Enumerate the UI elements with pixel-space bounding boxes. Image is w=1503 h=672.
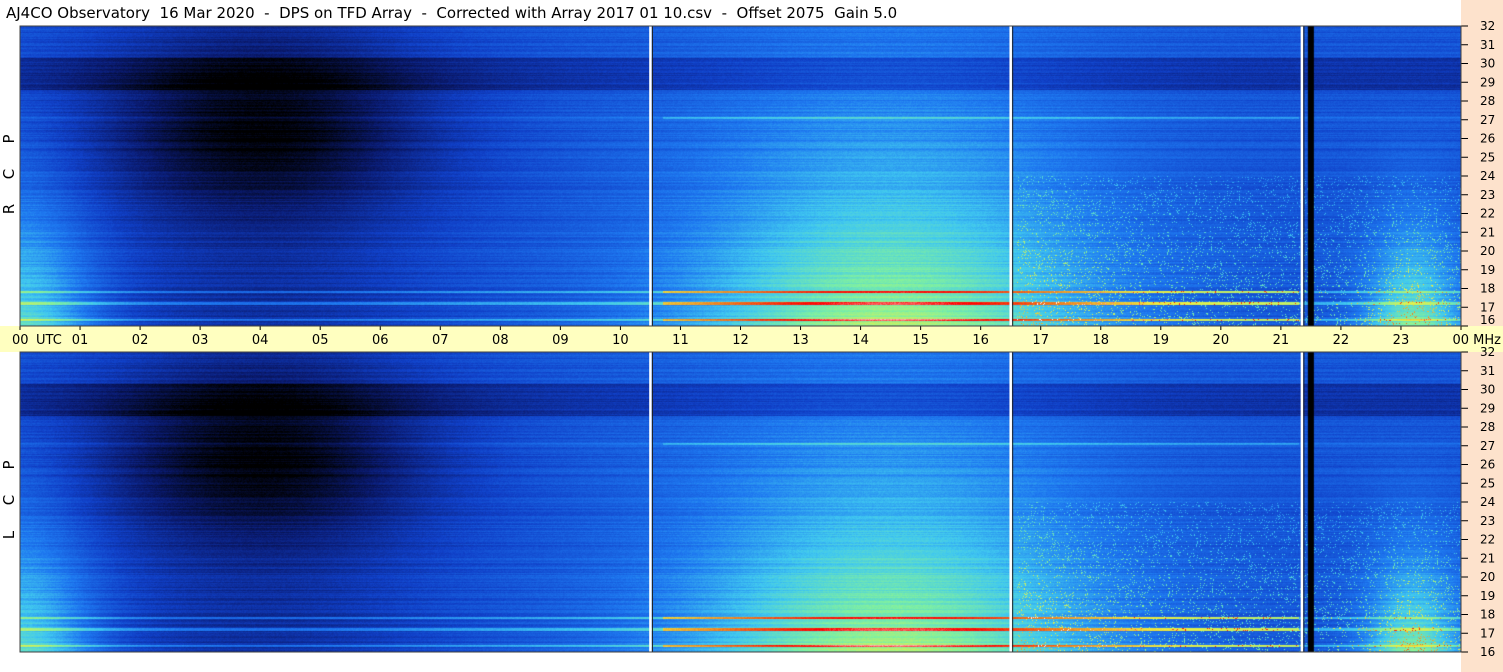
time-tick-label: 02 [132, 333, 149, 348]
freq-tick-label: 20 [1480, 244, 1495, 258]
time-tick-label: 00 [12, 333, 29, 348]
freq-tick-label: 20 [1480, 570, 1495, 584]
freq-tick-label: 27 [1480, 439, 1495, 453]
time-tick-label: 20 [1213, 333, 1230, 348]
freq-tick-label: 25 [1480, 150, 1495, 164]
freq-tick-label: 30 [1480, 57, 1495, 71]
time-tick-label: 04 [252, 333, 269, 348]
panel-frame [19, 25, 1462, 327]
freq-tick-label: 29 [1480, 75, 1495, 89]
time-tick-label: 23 [1393, 333, 1410, 348]
freq-tick-label: 24 [1480, 495, 1495, 509]
panel-frame [19, 351, 1462, 653]
freq-tick-label: 31 [1480, 364, 1495, 378]
freq-tick-label: 31 [1480, 38, 1495, 52]
freq-tick-label: 17 [1480, 626, 1495, 640]
time-tick-label: 14 [852, 333, 869, 348]
freq-tick-label: 32 [1480, 345, 1495, 359]
time-tick-label: 21 [1273, 333, 1290, 348]
axes-overlay: 00 01 02 03 04 05 06 07 08 09 10 11 12 13 14 15 16 17 18 19… [12, 19, 1501, 659]
freq-tick-label: 23 [1480, 514, 1495, 528]
time-tick-label: 22 [1333, 333, 1350, 348]
time-tick-label: 12 [732, 333, 749, 348]
freq-tick-label: 25 [1480, 476, 1495, 490]
time-tick-label: 00 [1452, 333, 1469, 348]
freq-tick-label: 32 [1480, 19, 1495, 33]
freq-tick-label: 28 [1480, 420, 1495, 434]
time-tick-label: 10 [612, 333, 629, 348]
freq-tick-label: 27 [1480, 113, 1495, 127]
time-tick-label: 01 [72, 333, 89, 348]
time-tick-label: 07 [432, 333, 449, 348]
time-tick-label: 11 [672, 333, 689, 348]
time-tick-label: 06 [372, 333, 389, 348]
freq-tick-label: 30 [1480, 383, 1495, 397]
freq-tick-label: 19 [1480, 263, 1495, 277]
freq-tick-label: 19 [1480, 589, 1495, 603]
time-tick-label: 19 [1153, 333, 1170, 348]
freq-tick-label: 18 [1480, 608, 1495, 622]
freq-tick-label: 16 [1480, 313, 1495, 327]
time-axis-label: UTC [36, 333, 62, 348]
freq-tick-label: 21 [1480, 551, 1495, 565]
freq-tick-label: 23 [1480, 188, 1495, 202]
freq-tick-label: 24 [1480, 169, 1495, 183]
time-tick-label: 13 [792, 333, 809, 348]
freq-tick-label: 26 [1480, 458, 1495, 472]
time-tick-label: 05 [312, 333, 329, 348]
time-tick-label: 09 [552, 333, 569, 348]
time-tick-label: 16 [972, 333, 989, 348]
time-tick-label: 15 [912, 333, 929, 348]
freq-tick-label: 18 [1480, 282, 1495, 296]
freq-tick-label: 29 [1480, 401, 1495, 415]
time-tick-label: 18 [1092, 333, 1109, 348]
freq-tick-label: 28 [1480, 94, 1495, 108]
freq-tick-label: 16 [1480, 645, 1495, 659]
freq-tick-label: 22 [1480, 207, 1495, 221]
time-tick-label: 17 [1032, 333, 1049, 348]
time-tick-label: 03 [192, 333, 209, 348]
time-tick-label: 08 [492, 333, 509, 348]
freq-tick-label: 22 [1480, 533, 1495, 547]
freq-tick-label: 26 [1480, 132, 1495, 146]
freq-tick-label: 21 [1480, 225, 1495, 239]
